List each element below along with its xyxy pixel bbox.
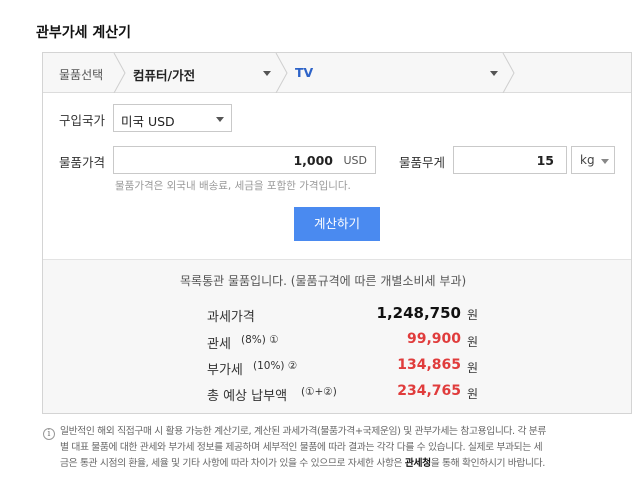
caret-down-icon: [490, 71, 498, 76]
result-value: 134,865: [397, 357, 461, 373]
weight-unit-value: kg: [580, 153, 595, 167]
result-label: 총 예상 납부액: [207, 389, 288, 404]
footnote-line: 별 대표 물품에 대한 관세와 부가세 정보를 제공하며 세부적인 물품에 따라…: [60, 442, 543, 453]
result-label-suffix: (①+②): [301, 386, 337, 398]
result-label-suffix: (10%) ②: [253, 360, 298, 372]
country-label: 구입국가: [59, 113, 106, 128]
result-unit: 원: [467, 387, 479, 401]
country-select[interactable]: 미국 USD: [113, 104, 232, 132]
product-select-bar: 물품선택 컴퓨터/가전 TV: [43, 53, 631, 93]
weight-unit-select[interactable]: kg: [571, 146, 615, 174]
weight-value: 15: [536, 153, 554, 168]
result-label: 과세가격: [207, 310, 255, 325]
caret-down-icon: [601, 159, 609, 164]
result-row: 관세 (8%) ① 99,900 원: [43, 331, 631, 355]
result-label: 관세: [207, 337, 231, 352]
caret-down-icon: [263, 71, 271, 76]
footnote: 일반적인 해외 직접구매 시 활용 가능한 계산기로, 계산된 과세가격(물품가…: [60, 424, 630, 472]
chevron-separator-icon: [502, 53, 515, 93]
calculator-card: 물품선택 컴퓨터/가전 TV 구입국가 미국 USD 물품가격 1,000 US…: [42, 52, 632, 414]
result-row: 총 예상 납부액 (①+②) 234,765 원: [43, 383, 631, 407]
price-hint: 물품가격은 외국내 배송료, 세금을 포함한 가격입니다.: [115, 180, 351, 192]
subcategory-value: TV: [295, 65, 314, 80]
info-icon: i: [43, 428, 55, 440]
price-unit: USD: [343, 154, 367, 167]
weight-label: 물품무게: [399, 155, 446, 170]
caret-down-icon: [216, 117, 224, 122]
footnote-line: 금은 통관 시점의 환율, 세율 및 기타 사항에 따라 차이가 있을 수 있으…: [60, 456, 630, 472]
result-label-suffix: (8%) ①: [241, 334, 279, 346]
result-row: 부가세 (10%) ② 134,865 원: [43, 357, 631, 381]
customs-service-link[interactable]: 관세청: [405, 458, 431, 469]
result-panel: 목록통관 물품입니다. (물품규격에 따른 개별소비세 부과) 과세가격 1,24…: [43, 259, 631, 413]
category-select[interactable]: 컴퓨터/가전: [123, 53, 283, 93]
result-value: 99,900: [406, 331, 461, 347]
result-row: 과세가격 1,248,750 원: [43, 304, 631, 328]
result-label: 부가세: [207, 363, 243, 378]
footnote-text: 을 통해 확인하시기 바랍니다.: [430, 458, 546, 469]
page-title: 관부가세 계산기: [36, 25, 132, 41]
weight-input[interactable]: 15: [453, 146, 567, 174]
country-value: 미국 USD: [121, 114, 175, 129]
footnote-text: 금은 통관 시점의 환율, 세율 및 기타 사항에 따라 차이가 있을 수 있으…: [60, 458, 405, 469]
customs-notice: 목록통관 물품입니다. (물품규격에 따른 개별소비세 부과): [180, 274, 467, 288]
result-unit: 원: [467, 335, 479, 349]
category-value: 컴퓨터/가전: [133, 68, 196, 83]
price-value: 1,000: [293, 153, 333, 168]
footnote-line: 일반적인 해외 직접구매 시 활용 가능한 계산기로, 계산된 과세가격(물품가…: [60, 426, 547, 437]
price-label: 물품가격: [59, 155, 106, 170]
price-input[interactable]: 1,000 USD: [113, 146, 376, 174]
subcategory-select[interactable]: TV: [287, 53, 513, 93]
product-select-label: 물품선택: [59, 68, 104, 82]
result-unit: 원: [467, 361, 479, 375]
calculate-button[interactable]: 계산하기: [294, 207, 380, 241]
result-value: 1,248,750: [376, 304, 461, 322]
result-unit: 원: [467, 308, 479, 322]
result-value: 234,765: [397, 383, 461, 399]
